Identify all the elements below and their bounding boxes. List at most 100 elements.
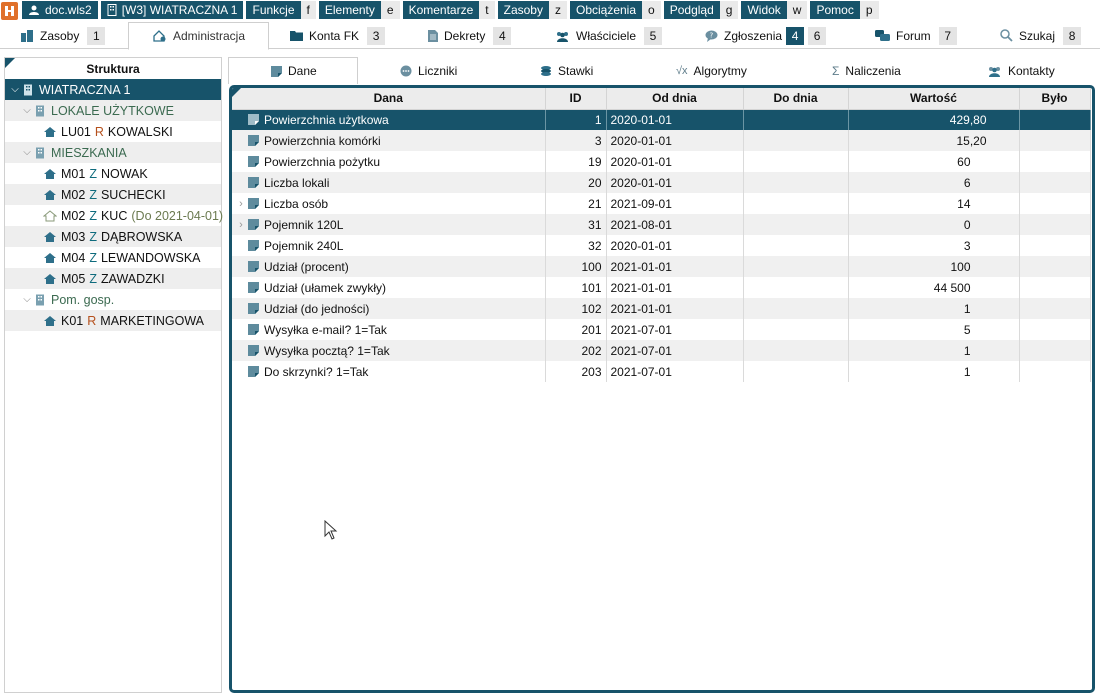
column-header-od-dnia[interactable]: Od dnia [606, 88, 744, 110]
note-icon [248, 345, 259, 356]
table-row[interactable]: Udział (ułamek zwykły) 101 2021-01-01 44… [232, 277, 1091, 298]
tab-dekrety[interactable]: Dekrety 4 [428, 22, 512, 49]
tab-szukaj[interactable]: Szukaj 8 [1000, 22, 1082, 49]
cell-do-dnia [743, 340, 849, 361]
cell-dana: Wysyłka e-mail? 1=Tak [232, 319, 546, 340]
item-code: K01 [61, 313, 84, 328]
table-row[interactable]: › Pojemnik 120L 31 2021-08-01 0 [232, 214, 1091, 235]
building-icon [33, 104, 47, 118]
item-type: Z [89, 250, 97, 265]
cell-dana: › Liczba osób [232, 193, 546, 214]
cell-bylo [1019, 277, 1091, 298]
cell-id: 19 [545, 151, 607, 172]
column-header-id[interactable]: ID [545, 88, 607, 110]
tree-item[interactable]: M03 Z DĄBROWSKA [5, 226, 221, 247]
table-row[interactable]: Wysyłka e-mail? 1=Tak 201 2021-07-01 5 [232, 319, 1091, 340]
tab-naliczenia[interactable]: Σ Naliczenia [832, 57, 901, 84]
file-label: doc.wls2 [45, 3, 92, 17]
chevron-down-icon[interactable]: ⌵ [21, 294, 33, 305]
tab-label: Dane [288, 64, 317, 78]
menu-zasoby[interactable]: Zasoby [497, 1, 549, 19]
cell-wartosc: 429,80 [848, 109, 1020, 130]
chevron-down-icon[interactable]: ⌵ [21, 147, 33, 158]
cell-do-dnia [743, 361, 849, 382]
cell-bylo [1019, 109, 1091, 130]
menu-widok[interactable]: Widok [741, 1, 787, 19]
table-row[interactable]: Pojemnik 240L 32 2020-01-01 3 [232, 235, 1091, 256]
tree-group-label: MIESZKANIA [51, 145, 127, 160]
tree-item[interactable]: M04 Z LEWANDOWSKA [5, 247, 221, 268]
tree-root[interactable]: ⌵ WIATRACZNA 1 [5, 79, 221, 100]
tree-item[interactable]: K01 R MARKETINGOWA [5, 310, 221, 331]
tab-label: Szukaj [1019, 28, 1056, 43]
tree-item[interactable]: M01 Z NOWAK [5, 163, 221, 184]
structure-panel: Struktura ⌵ WIATRACZNA 1 ⌵ LOKALE UŻYTKO… [4, 57, 223, 693]
menu-label: Podgląd [669, 3, 714, 17]
tab-dane[interactable]: Dane [228, 57, 358, 84]
file-button[interactable]: doc.wls2 [22, 1, 98, 19]
cell-id: 100 [545, 256, 607, 277]
table-row[interactable]: Powierzchnia pożytku 19 2020-01-01 60 [232, 151, 1091, 172]
cell-id: 32 [545, 235, 607, 256]
table-row[interactable]: Powierzchnia komórki 3 2020-01-01 15,20 [232, 130, 1091, 151]
column-header-do-dnia[interactable]: Do dnia [743, 88, 849, 110]
table-row[interactable]: Udział (procent) 100 2021-01-01 100 [232, 256, 1091, 277]
table-row[interactable]: › Liczba osób 21 2021-09-01 14 [232, 193, 1091, 214]
tab-forum[interactable]: Forum 7 [875, 22, 957, 49]
table-row[interactable]: Liczba lokali 20 2020-01-01 6 [232, 172, 1091, 193]
table-row[interactable]: Powierzchnia użytkowa 1 2020-01-01 429,8… [232, 109, 1091, 130]
tab-algorytmy[interactable]: √x Algorytmy [676, 57, 747, 84]
menu-komentarze[interactable]: Komentarze [402, 1, 480, 19]
tab-key-badge: 6 [808, 26, 827, 45]
table-row[interactable]: Wysyłka pocztą? 1=Tak 202 2021-07-01 1 [232, 340, 1091, 361]
tab-konta-fk[interactable]: Konta FK 3 [290, 22, 386, 49]
tree-group-lokale[interactable]: ⌵ LOKALE UŻYTKOWE [5, 100, 221, 121]
cell-id: 201 [545, 319, 607, 340]
cell-od-dnia: 2021-07-01 [606, 340, 744, 361]
tab-stawki[interactable]: Stawki [540, 57, 593, 84]
cell-id: 202 [545, 340, 607, 361]
cell-do-dnia [743, 298, 849, 319]
tab-zasoby[interactable]: Zasoby 1 [20, 22, 106, 49]
item-type: Z [89, 229, 97, 244]
tab-administracja[interactable]: Administracja [128, 22, 269, 50]
tree-item[interactable]: M05 Z ZAWADZKI [5, 268, 221, 289]
column-header-bylo[interactable]: Było [1019, 88, 1091, 110]
item-code: M02 [61, 187, 86, 202]
table-row[interactable]: Do skrzynki? 1=Tak 203 2021-07-01 1 [232, 361, 1091, 382]
app-logo-icon[interactable] [1, 1, 18, 20]
chevron-down-icon[interactable]: ⌵ [21, 105, 33, 116]
tab-wlasciciele[interactable]: Właściciele 5 [555, 22, 663, 49]
chevron-down-icon[interactable]: ⌵ [9, 84, 21, 95]
tree-group-mieszkania[interactable]: ⌵ MIESZKANIA [5, 142, 221, 163]
menu-pomoc[interactable]: Pomoc [810, 1, 860, 19]
table-row[interactable]: Udział (do jedności) 102 2021-01-01 1 [232, 298, 1091, 319]
tree-item[interactable]: LU01 R KOWALSKI [5, 121, 221, 142]
building-button[interactable]: [W3] WIATRACZNA 1 [100, 1, 244, 19]
menu-podglad[interactable]: Podgląd [663, 1, 720, 19]
menu-elementy[interactable]: Elementy [318, 1, 381, 19]
house-outline-icon [43, 209, 57, 223]
tab-liczniki[interactable]: Liczniki [400, 57, 457, 84]
cell-wartosc: 1 [848, 340, 1020, 361]
column-header-dana[interactable]: Dana [232, 88, 546, 110]
menu-obciazenia[interactable]: Obciążenia [569, 1, 643, 19]
chevron-right-icon[interactable]: › [234, 198, 248, 210]
tab-kontakty[interactable]: Kontakty [987, 57, 1055, 84]
menu-funkcje[interactable]: Funkcje [246, 1, 301, 19]
tab-zgloszenia[interactable]: ? Zgłoszenia 4 6 [705, 22, 827, 49]
cell-do-dnia [743, 151, 849, 172]
tree-group-pom[interactable]: ⌵ Pom. gosp. [5, 289, 221, 310]
tab-key-badge: 8 [1063, 26, 1082, 45]
cell-bylo [1019, 340, 1091, 361]
tree-item[interactable]: M02 Z SUCHECKI [5, 184, 221, 205]
tab-label: Naliczenia [845, 63, 901, 78]
chevron-right-icon[interactable]: › [234, 219, 248, 231]
people-icon [555, 30, 570, 42]
cell-bylo [1019, 235, 1091, 256]
dana-label: Do skrzynki? 1=Tak [264, 364, 369, 379]
cell-od-dnia: 2021-07-01 [606, 361, 744, 382]
tree-item[interactable]: M02 Z KUC (Do 2021-04-01) [5, 205, 223, 226]
column-header-wartosc[interactable]: Wartość [848, 88, 1020, 110]
cell-bylo [1019, 361, 1091, 382]
